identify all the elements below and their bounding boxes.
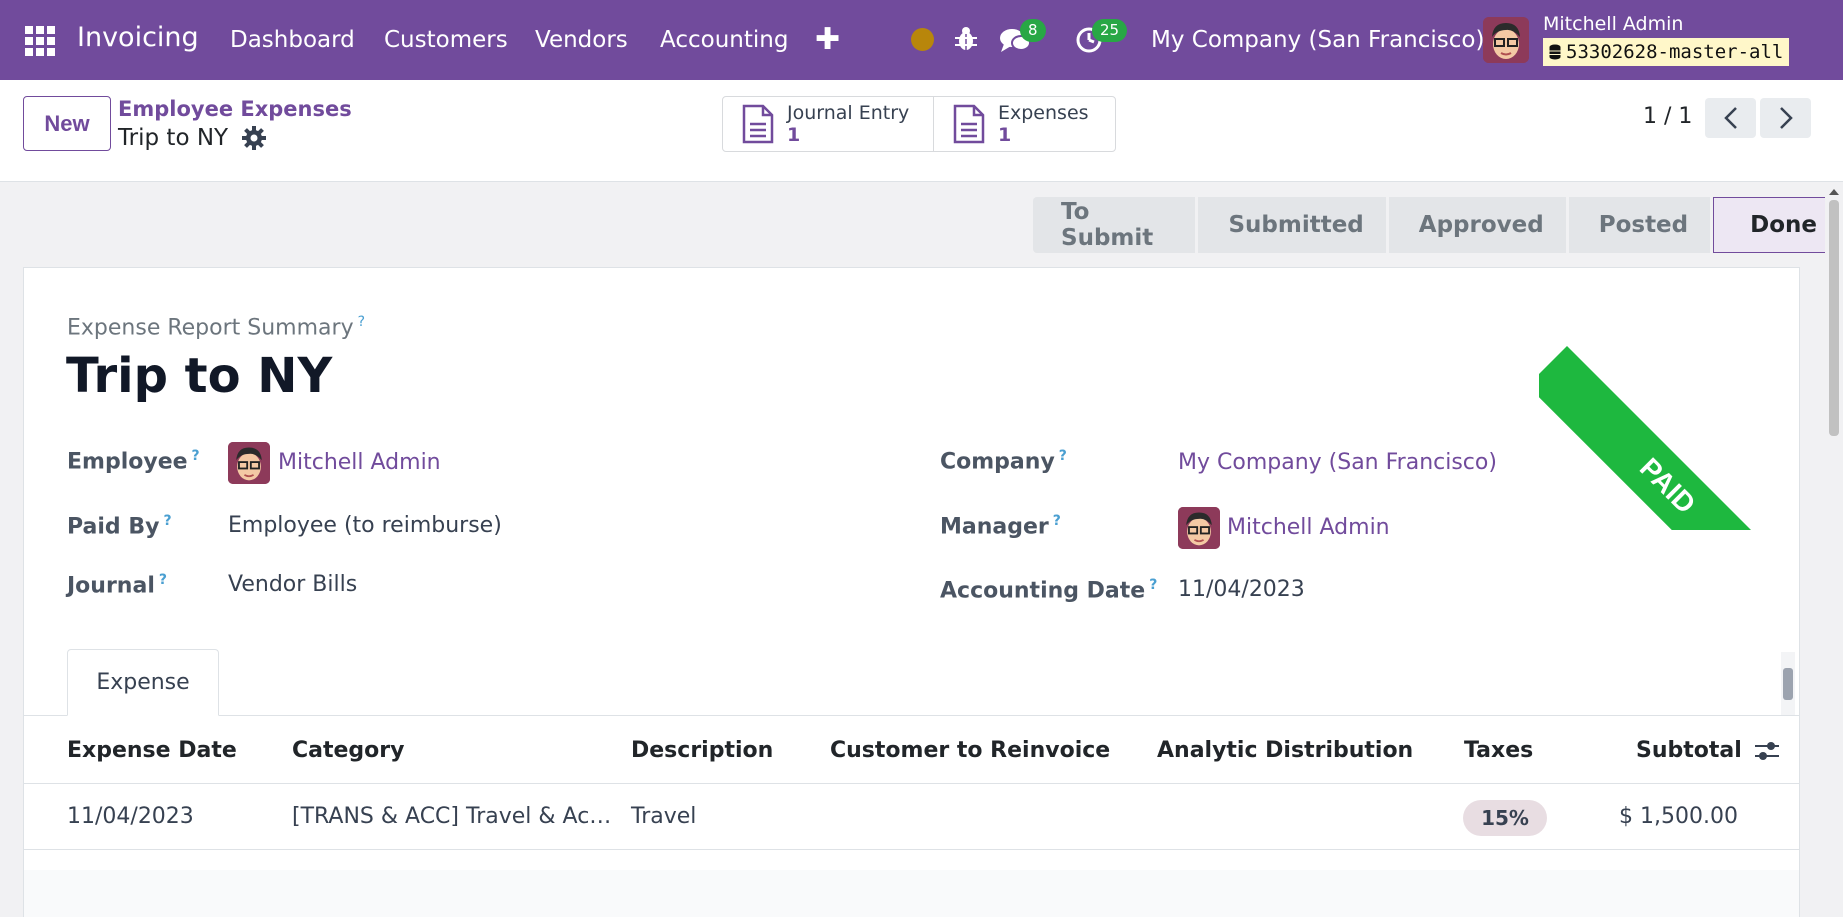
- ribbon-label: PAID: [1539, 346, 1799, 530]
- chevron-left-icon: [1723, 107, 1737, 129]
- column-subtotal[interactable]: Subtotal: [1636, 738, 1742, 763]
- smart-button-value: 1: [787, 124, 801, 146]
- activity-count-badge: 25: [1092, 19, 1128, 42]
- stage-approved[interactable]: Approved: [1388, 197, 1566, 253]
- pager-next-button[interactable]: [1760, 98, 1811, 138]
- employee-label: Employee?: [67, 448, 200, 475]
- menu-dashboard[interactable]: Dashboard: [230, 27, 355, 53]
- paid-ribbon: PAID: [1539, 268, 1799, 530]
- form-sheet: PAID Expense Report Summary? Trip to NY …: [23, 267, 1800, 917]
- tax-badge[interactable]: 15%: [1463, 800, 1547, 836]
- employee-field[interactable]: Mitchell Admin: [278, 450, 441, 475]
- apps-menu-icon[interactable]: [25, 26, 55, 56]
- journal-label: Journal?: [67, 572, 167, 599]
- manager-field[interactable]: Mitchell Admin: [1227, 515, 1390, 540]
- app-brand[interactable]: Invoicing: [77, 22, 199, 53]
- employee-avatar: [228, 442, 270, 484]
- cell-expense-date[interactable]: 11/04/2023: [67, 804, 194, 829]
- column-taxes[interactable]: Taxes: [1464, 738, 1533, 763]
- document-icon: [953, 104, 985, 144]
- empty-row: [24, 870, 1799, 917]
- stage-submitted[interactable]: Submitted: [1198, 197, 1386, 253]
- optional-columns-icon[interactable]: [1753, 738, 1781, 764]
- menu-customers[interactable]: Customers: [384, 27, 508, 53]
- status-dot-icon[interactable]: [911, 28, 934, 51]
- control-panel: New Employee Expenses Trip to NY Journal…: [0, 80, 1843, 182]
- stage-posted[interactable]: Posted: [1568, 197, 1711, 253]
- journal-field[interactable]: Vendor Bills: [228, 572, 357, 597]
- user-name[interactable]: Mitchell Admin: [1543, 13, 1683, 35]
- breadcrumb-parent[interactable]: Employee Expenses: [118, 97, 352, 121]
- column-category[interactable]: Category: [292, 738, 404, 763]
- user-avatar[interactable]: [1483, 17, 1529, 63]
- tab-divider: [24, 715, 1799, 716]
- column-expense-date[interactable]: Expense Date: [67, 738, 237, 763]
- smart-buttons: Journal Entry 1 Expenses 1: [722, 96, 1116, 152]
- accounting-date-field[interactable]: 11/04/2023: [1178, 577, 1305, 602]
- smart-button-label: Journal Entry: [787, 102, 910, 124]
- column-customer-to-reinvoice[interactable]: Customer to Reinvoice: [830, 738, 1110, 763]
- breadcrumb-current: Trip to NY: [118, 125, 229, 151]
- expense-report-summary-label: Expense Report Summary?: [67, 314, 366, 341]
- chat-count-badge: 8: [1020, 19, 1046, 42]
- company-label: Company?: [940, 448, 1067, 475]
- row-divider: [24, 849, 1799, 850]
- company-switcher[interactable]: My Company (San Francisco): [1151, 27, 1484, 53]
- smart-button-value: 1: [998, 124, 1012, 146]
- status-bar: To Submit Submitted Approved Posted Done: [1033, 197, 1843, 253]
- gear-icon[interactable]: [242, 126, 266, 150]
- manager-label: Manager?: [940, 513, 1061, 540]
- document-icon: [742, 104, 774, 144]
- page-scrollbar[interactable]: [1825, 184, 1843, 917]
- bug-icon[interactable]: [954, 26, 978, 52]
- smart-button-label: Expenses: [998, 102, 1089, 124]
- pager-value[interactable]: 1 / 1: [1643, 104, 1692, 129]
- manager-avatar: [1178, 507, 1220, 549]
- database-name: 53302628-master-all: [1566, 41, 1784, 63]
- stage-done[interactable]: Done: [1713, 197, 1840, 253]
- new-button[interactable]: New: [23, 96, 111, 151]
- expenses-smart-button[interactable]: Expenses 1: [933, 97, 1115, 151]
- help-tooltip-icon[interactable]: ?: [358, 314, 365, 330]
- stage-to-submit[interactable]: To Submit: [1033, 197, 1196, 253]
- paid-by-label: Paid By?: [67, 513, 172, 540]
- column-description[interactable]: Description: [631, 738, 773, 763]
- help-tooltip-icon[interactable]: ?: [1053, 513, 1061, 529]
- company-field[interactable]: My Company (San Francisco): [1178, 450, 1497, 475]
- list-scrollbar-thumb[interactable]: [1783, 668, 1793, 700]
- help-tooltip-icon[interactable]: ?: [192, 448, 200, 464]
- cell-description[interactable]: Travel: [631, 804, 696, 829]
- menu-accounting[interactable]: Accounting: [660, 27, 788, 53]
- scroll-up-icon[interactable]: [1825, 186, 1843, 198]
- help-tooltip-icon[interactable]: ?: [1149, 577, 1157, 593]
- tab-expense[interactable]: Expense: [67, 649, 219, 716]
- page-scrollbar-thumb[interactable]: [1829, 200, 1839, 436]
- pager-previous-button[interactable]: [1705, 98, 1756, 138]
- accounting-date-label: Accounting Date?: [940, 577, 1158, 604]
- database-tag: 53302628-master-all: [1543, 38, 1790, 66]
- help-tooltip-icon[interactable]: ?: [159, 572, 167, 588]
- header-divider: [24, 783, 1799, 784]
- menu-vendors[interactable]: Vendors: [535, 27, 628, 53]
- help-tooltip-icon[interactable]: ?: [1059, 448, 1067, 464]
- top-navbar: Invoicing Dashboard Customers Vendors Ac…: [0, 0, 1843, 80]
- paid-by-field[interactable]: Employee (to reimburse): [228, 513, 502, 538]
- journal-entry-smart-button[interactable]: Journal Entry 1: [723, 97, 933, 151]
- column-analytic-distribution[interactable]: Analytic Distribution: [1157, 738, 1413, 763]
- plus-icon[interactable]: ✚: [815, 22, 840, 57]
- database-icon: [1549, 44, 1561, 60]
- chevron-right-icon: [1779, 107, 1793, 129]
- cell-category[interactable]: [TRANS & ACC] Travel & Ac…: [292, 804, 611, 829]
- list-scrollbar[interactable]: [1781, 652, 1795, 715]
- cell-subtotal[interactable]: $ 1,500.00: [1619, 804, 1738, 829]
- help-tooltip-icon[interactable]: ?: [163, 513, 171, 529]
- record-title[interactable]: Trip to NY: [66, 348, 332, 404]
